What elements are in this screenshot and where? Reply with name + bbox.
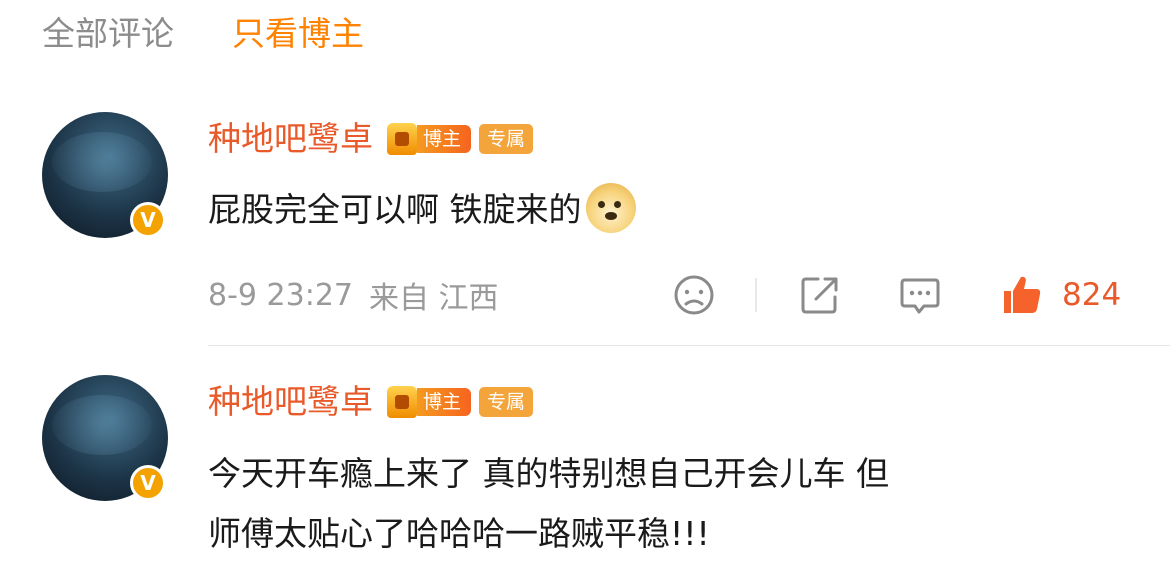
comment-tabs: 全部评论 只看博主 <box>42 12 364 56</box>
doge-emoji-icon <box>585 182 636 233</box>
exclusive-badge: 专属 <box>479 124 534 154</box>
share-icon[interactable] <box>798 273 842 317</box>
comment-icon[interactable] <box>898 273 942 317</box>
sad-face-icon[interactable] <box>672 273 716 317</box>
crown-icon <box>387 386 417 418</box>
blogger-badge: 博主 <box>387 123 472 155</box>
avatar-glow <box>52 395 152 455</box>
comment-divider <box>208 345 1170 346</box>
blogger-badge-label: 博主 <box>417 125 472 153</box>
author-name[interactable]: 种地吧鹭卓 <box>208 380 373 424</box>
author-row: 种地吧鹭卓 博主 专属 <box>208 117 534 161</box>
comment-line: 师傅太贴心了哈哈哈一路贼平稳!!! <box>208 514 710 553</box>
comment-meta-row: 8-9 23:27 来自 江西 824 <box>0 272 1170 318</box>
verified-v-icon: V <box>130 202 166 238</box>
comment-text: 屁股完全可以啊 铁腚来的 <box>208 182 636 238</box>
comment-source: 来自 江西 <box>369 281 499 316</box>
comment-line: 今天开车瘾上来了 真的特别想自己开会儿车 但 <box>208 454 889 493</box>
verified-v-icon: V <box>130 465 166 501</box>
like-icon[interactable] <box>1000 273 1044 317</box>
blogger-badge: 博主 <box>387 386 472 418</box>
blogger-badge-label: 博主 <box>417 388 472 416</box>
action-divider <box>755 278 757 312</box>
exclusive-badge: 专属 <box>479 387 534 417</box>
author-row: 种地吧鹭卓 博主 专属 <box>208 380 534 424</box>
comment-meta: 8-9 23:27 来自 江西 <box>208 272 499 318</box>
comment-text: 今天开车瘾上来了 真的特别想自己开会儿车 但 师傅太贴心了哈哈哈一路贼平稳!!! <box>208 446 889 562</box>
tab-blogger-only[interactable]: 只看博主 <box>232 12 364 56</box>
comment-line: 屁股完全可以啊 铁腚来的 <box>208 190 582 229</box>
like-count: 824 <box>1062 277 1122 313</box>
crown-icon <box>387 123 417 155</box>
comment-time: 8-9 23:27 <box>208 277 353 313</box>
author-name[interactable]: 种地吧鹭卓 <box>208 117 373 161</box>
tab-all-comments[interactable]: 全部评论 <box>42 12 174 56</box>
avatar-glow <box>52 132 152 192</box>
